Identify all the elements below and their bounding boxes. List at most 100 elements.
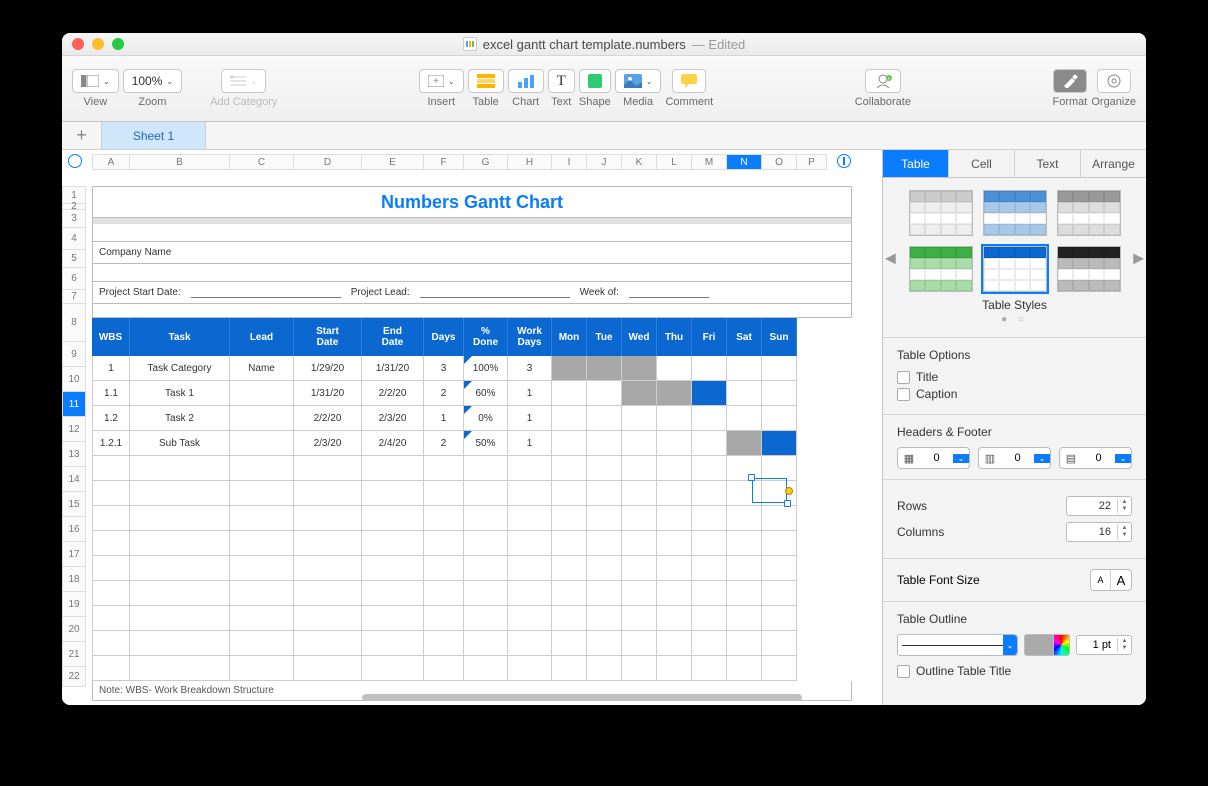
cell[interactable]: 1.2 xyxy=(92,406,130,431)
cell[interactable] xyxy=(92,631,130,656)
cell[interactable] xyxy=(692,456,727,481)
cell[interactable] xyxy=(294,456,362,481)
outline-width[interactable]: 1 pt▲▼ xyxy=(1076,635,1132,655)
row-header[interactable]: 9 xyxy=(62,342,86,367)
cell[interactable]: 60% xyxy=(464,381,508,406)
gantt-cell[interactable] xyxy=(552,381,587,406)
cell[interactable] xyxy=(362,656,424,681)
cell[interactable] xyxy=(587,556,622,581)
table-header[interactable]: %Done xyxy=(464,318,508,356)
cell[interactable]: 50% xyxy=(464,431,508,456)
col-header[interactable]: M xyxy=(692,154,727,170)
cell[interactable] xyxy=(230,631,294,656)
gantt-cell[interactable] xyxy=(587,431,622,456)
cell[interactable] xyxy=(587,631,622,656)
gantt-cell[interactable] xyxy=(552,406,587,431)
inspector-tab[interactable]: Text xyxy=(1015,150,1081,177)
cell[interactable] xyxy=(587,656,622,681)
chart-button[interactable] xyxy=(508,69,544,93)
cell[interactable] xyxy=(294,606,362,631)
row-header[interactable]: 18 xyxy=(62,567,86,592)
cell[interactable]: 0% xyxy=(464,406,508,431)
text-button[interactable]: T xyxy=(548,69,575,93)
outline-title-checkbox[interactable]: Outline Table Title xyxy=(897,664,1132,678)
cell[interactable]: 2 xyxy=(424,431,464,456)
cell[interactable] xyxy=(692,506,727,531)
cell[interactable] xyxy=(230,531,294,556)
sheet-tab[interactable]: Sheet 1 xyxy=(102,122,206,149)
cell[interactable]: 2 xyxy=(424,381,464,406)
cell[interactable] xyxy=(762,531,797,556)
media-button[interactable]: ⌄ xyxy=(615,69,662,93)
cell[interactable] xyxy=(552,531,587,556)
outline-color[interactable] xyxy=(1024,634,1070,656)
cell[interactable] xyxy=(622,656,657,681)
col-header[interactable]: A xyxy=(92,154,130,170)
cell[interactable] xyxy=(464,556,508,581)
cell[interactable]: 2/3/20 xyxy=(362,406,424,431)
cell[interactable]: 1 xyxy=(508,406,552,431)
insert-button[interactable]: +⌄ xyxy=(419,69,464,93)
table-header[interactable]: Tue xyxy=(587,318,622,356)
col-header[interactable]: D xyxy=(294,154,362,170)
cell[interactable] xyxy=(230,506,294,531)
gantt-cell[interactable] xyxy=(692,431,727,456)
cell[interactable] xyxy=(508,506,552,531)
selection-handle[interactable] xyxy=(748,474,755,481)
cell[interactable] xyxy=(762,456,797,481)
shape-button[interactable] xyxy=(579,69,611,93)
cell[interactable] xyxy=(508,606,552,631)
table-header[interactable]: Thu xyxy=(657,318,692,356)
cell[interactable] xyxy=(424,531,464,556)
cell[interactable] xyxy=(424,581,464,606)
cell[interactable] xyxy=(464,656,508,681)
gantt-cell[interactable] xyxy=(552,356,587,381)
cell[interactable] xyxy=(92,506,130,531)
cell[interactable] xyxy=(130,556,230,581)
cell[interactable] xyxy=(464,456,508,481)
row-header[interactable]: 20 xyxy=(62,617,86,642)
spreadsheet-canvas[interactable]: ABCDEFGHIJKLMNOP 12345678910111213141516… xyxy=(62,150,882,705)
cell[interactable] xyxy=(727,506,762,531)
header-footer-select[interactable]: ▥0⌄ xyxy=(978,447,1051,469)
gantt-cell[interactable] xyxy=(657,381,692,406)
row-header[interactable]: 13 xyxy=(62,442,86,467)
cell[interactable] xyxy=(362,531,424,556)
gantt-cell[interactable] xyxy=(622,381,657,406)
row-header[interactable]: 16 xyxy=(62,517,86,542)
cell[interactable] xyxy=(587,456,622,481)
cell[interactable] xyxy=(294,531,362,556)
cell[interactable] xyxy=(230,581,294,606)
cell[interactable] xyxy=(727,581,762,606)
cell[interactable] xyxy=(230,456,294,481)
cell[interactable]: Task 1 xyxy=(130,381,230,406)
table-header[interactable]: Sun xyxy=(762,318,797,356)
gantt-cell[interactable] xyxy=(622,431,657,456)
title-checkbox[interactable]: Title xyxy=(897,370,1132,384)
cell[interactable] xyxy=(692,631,727,656)
col-header[interactable]: G xyxy=(464,154,508,170)
outline-style[interactable]: ⌄ xyxy=(897,634,1018,656)
gantt-cell[interactable] xyxy=(692,356,727,381)
gantt-cell[interactable] xyxy=(552,431,587,456)
cell[interactable] xyxy=(294,556,362,581)
table-header[interactable]: WBS xyxy=(92,318,130,356)
comment-button[interactable] xyxy=(672,69,706,93)
cell[interactable] xyxy=(424,656,464,681)
cell[interactable] xyxy=(92,656,130,681)
col-header[interactable]: H xyxy=(508,154,552,170)
selection-handle[interactable] xyxy=(784,500,791,507)
row-header[interactable]: 10 xyxy=(62,367,86,392)
inspector-tab[interactable]: Table xyxy=(883,150,949,177)
cell[interactable] xyxy=(230,656,294,681)
cell[interactable] xyxy=(424,556,464,581)
cell[interactable] xyxy=(762,581,797,606)
gantt-cell[interactable] xyxy=(657,431,692,456)
cell[interactable] xyxy=(622,556,657,581)
rows-stepper[interactable]: 22▲▼ xyxy=(1066,496,1132,516)
cell[interactable]: 1.2.1 xyxy=(92,431,130,456)
cell[interactable] xyxy=(230,556,294,581)
cell[interactable] xyxy=(464,631,508,656)
cell[interactable] xyxy=(464,481,508,506)
cell[interactable] xyxy=(727,631,762,656)
